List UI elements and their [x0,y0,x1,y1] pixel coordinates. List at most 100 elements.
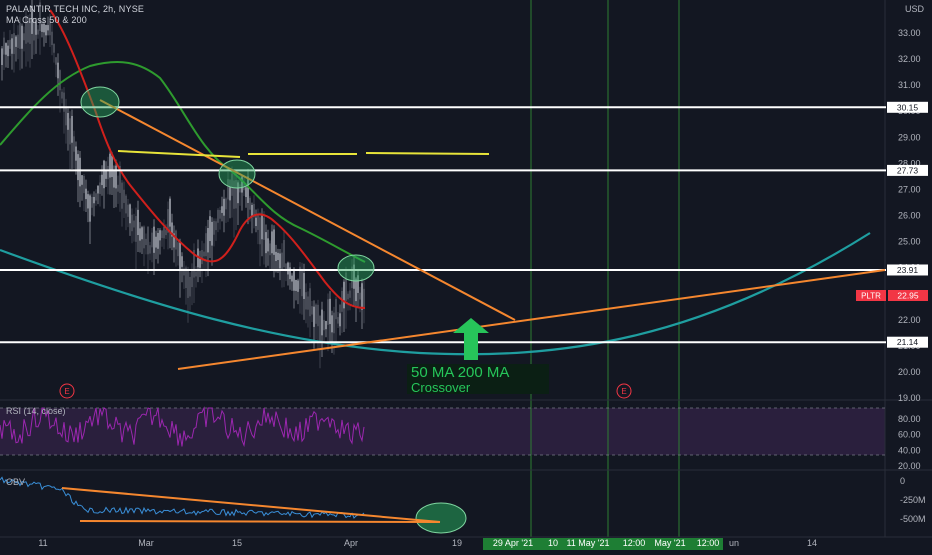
candle-body [63,92,65,112]
rsi-tick: 60.00 [898,430,921,440]
candle-body [339,313,341,327]
price-tick: 33.00 [898,28,921,38]
candle-body [291,275,293,282]
candle-body [73,136,75,152]
candle-body [315,304,317,324]
candle-body [3,37,5,55]
time-label-apr: Apr [344,538,358,548]
cross-circle-3 [337,254,375,282]
level-label: 30.15 [897,102,919,112]
price-tick: 20.00 [898,367,921,377]
time-label-1200b: 12:00 [697,538,720,548]
candle-body [349,290,351,298]
candle-body [69,118,71,145]
candle-body [165,229,167,236]
candle-body [65,107,67,126]
candle-body [179,241,181,270]
candle-body [209,216,211,242]
yellow-line-3 [365,152,490,155]
earnings-marker-2[interactable]: E [616,383,632,399]
candle-body [317,304,319,327]
candle-body [135,216,137,242]
price-tick: 29.00 [898,132,921,142]
candle-body [115,165,117,189]
candle-body [263,217,265,240]
price-tick: 31.00 [898,80,921,90]
candle-body [121,182,123,209]
candle-body [265,232,267,254]
candle-body [151,232,153,248]
candle-body [107,165,109,180]
rsi-tick: 80.00 [898,414,921,424]
candle-body [139,228,141,241]
candle-body [43,23,45,33]
earnings-marker-1[interactable]: E [59,383,75,399]
svg-text:E: E [621,387,626,396]
candle-body [217,209,219,223]
candle-body [163,226,165,239]
candle-body [93,196,95,204]
crossover-annotation: 50 MA 200 MA Crossover [407,364,549,395]
candle-body [281,252,283,270]
time-label-14: 14 [807,538,817,548]
candle-body [275,251,277,262]
candle-body [189,276,191,297]
time-label-may11: 11 May '21 [566,538,609,548]
candle-body [55,57,57,65]
candle-body [75,146,77,161]
candle-body [311,306,313,315]
candle-body [219,210,221,219]
candle-body [327,299,329,325]
candle-body [53,43,55,53]
price-tick: 27.00 [898,184,921,194]
candle-body [207,228,209,253]
level-label: 21.14 [897,337,919,347]
candle-body [101,174,103,186]
chart-stage[interactable]: 33.0032.0031.0030.0029.0028.0027.0026.00… [0,0,932,550]
candle-body [9,39,11,49]
candle-body [77,154,79,181]
candle-body [313,306,315,327]
candle-body [37,29,39,35]
candle-body [127,204,129,217]
candle-body [15,36,17,47]
candle-body [141,227,143,240]
candle-body [23,33,25,41]
obv-tick: -250M [900,495,926,505]
candle-body [5,43,7,55]
candle-body [133,220,135,228]
candle-body [331,315,333,333]
obv-label[interactable]: OBV [6,477,25,487]
candle-body [211,221,213,246]
rsi-label[interactable]: RSI (14, close) [6,406,66,416]
price-tick: 22.00 [898,315,921,325]
indicator-label[interactable]: MA Cross 50 & 200 [6,15,87,25]
price-chart[interactable]: 33.0032.0031.0030.0029.0028.0027.0026.00… [0,0,932,550]
rsi-band [0,408,885,455]
candle-body [51,31,53,46]
candle-body [261,215,263,240]
candle-body [287,262,289,275]
candle-body [359,292,361,300]
candle-body [329,298,331,325]
candle-body [57,62,59,79]
rsi-tick: 20.00 [898,461,921,471]
candle-body [13,33,15,55]
candle-body [17,34,19,48]
time-label-15: 15 [232,538,242,548]
candle-body [283,240,285,268]
candle-body [223,198,225,216]
candle-body [33,22,35,41]
time-label-may: May '21 [654,538,685,548]
candle-body [159,230,161,241]
candle-body [333,312,335,334]
candle-body [271,231,273,254]
candle-body [87,194,89,209]
candle-body [67,113,69,130]
candle-body [169,198,171,227]
candle-body [343,281,345,309]
symbol-title[interactable]: PALANTIR TECH INC, 2h, NYSE [6,4,144,14]
candle-body [177,242,179,257]
currency-label: USD [904,4,924,14]
cross-circle-2 [218,159,256,189]
